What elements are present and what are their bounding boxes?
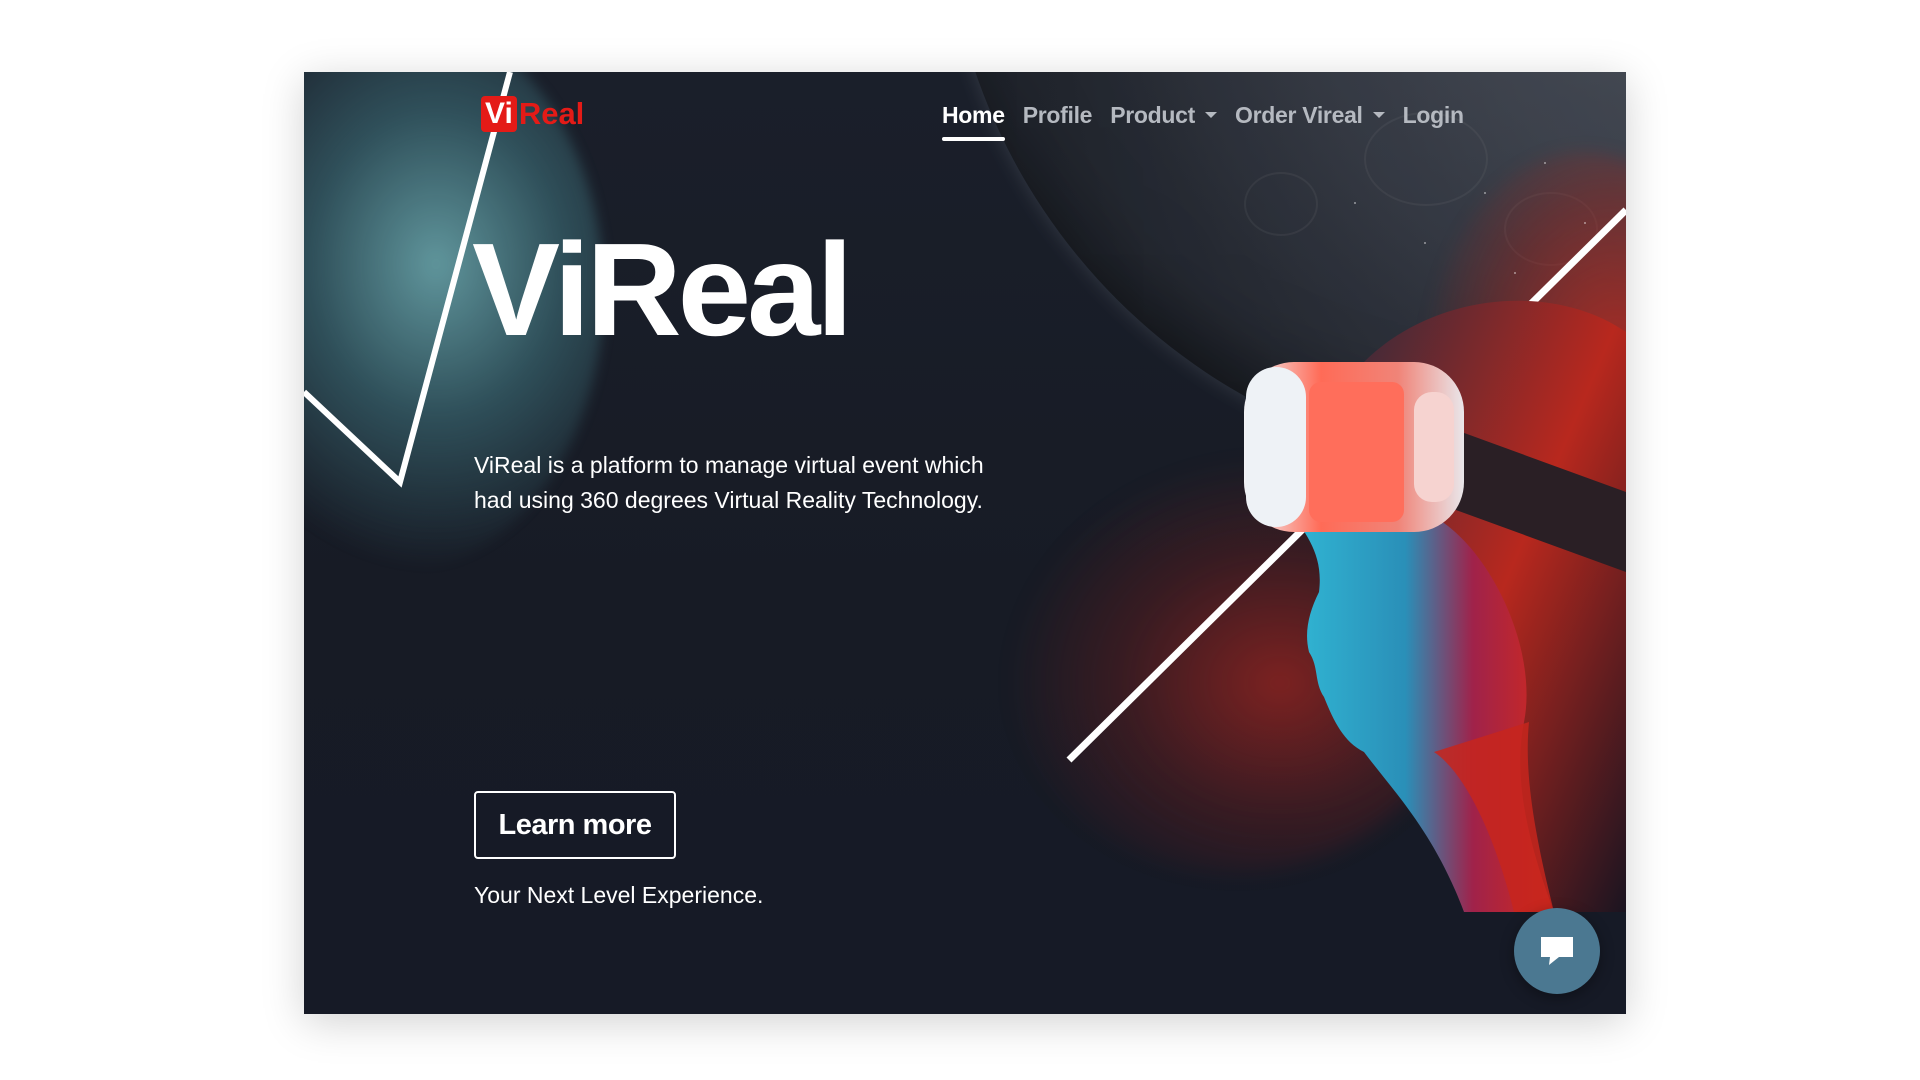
chat-bubble-icon [1541, 937, 1573, 965]
page: Vi Real Home Profile Product Order Virea… [0, 0, 1920, 1080]
vr-headset-illustration [1244, 300, 1626, 912]
hero-description: ViReal is a platform to manage virtual e… [474, 452, 984, 513]
nav-product-label: Product [1110, 101, 1195, 128]
main-nav: Home Profile Product Order Vireal Login [942, 94, 1482, 141]
brand-logo[interactable]: Vi Real [481, 94, 584, 134]
nav-order-vireal[interactable]: Order Vireal [1235, 102, 1385, 129]
learn-more-button[interactable]: Learn more [474, 791, 676, 859]
nav-login[interactable]: Login [1403, 102, 1464, 129]
nav-home-label: Home [942, 101, 1005, 128]
nav-login-label: Login [1402, 101, 1464, 128]
caret-down-icon [1372, 112, 1385, 118]
nav-profile[interactable]: Profile [1022, 101, 1093, 129]
nav-home[interactable]: Home [942, 101, 1005, 141]
caret-down-icon [1204, 112, 1217, 118]
nav-product[interactable]: Product [1110, 102, 1217, 129]
hero-tagline: Your Next Level Experience. [474, 882, 764, 908]
chat-button[interactable] [1514, 908, 1600, 994]
nav-profile-label: Profile [1022, 101, 1093, 128]
logo-vi-mark: Vi [481, 96, 517, 132]
hero-title: ViReal [472, 216, 853, 363]
logo-real-text: Real [518, 96, 585, 131]
website-frame: Vi Real Home Profile Product Order Virea… [304, 72, 1626, 1014]
nav-order-vireal-label: Order Vireal [1234, 101, 1363, 128]
